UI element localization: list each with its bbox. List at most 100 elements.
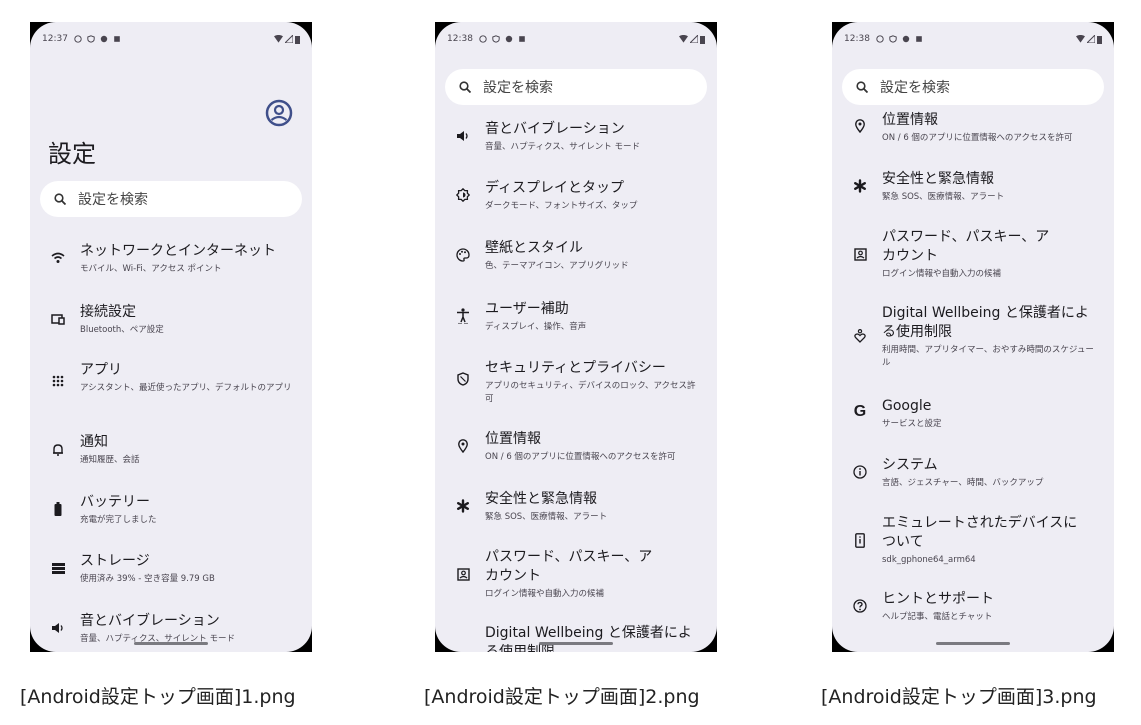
item-subtitle: アシスタント、最近使ったアプリ、デフォルトのアプリ <box>80 383 292 393</box>
settings-item-about-device[interactable]: エミュレートされたデバイスについて sdk_gphone64_arm64 <box>832 514 1114 570</box>
item-title: 壁紙とスタイル <box>485 240 583 256</box>
item-title: 安全性と緊急情報 <box>882 171 994 187</box>
wifi-icon <box>50 250 66 266</box>
sync-icon <box>100 35 108 43</box>
settings-item-passwords[interactable]: パスワード、パスキー、アカウント ログイン情報や自動入力の候補 <box>832 228 1114 282</box>
item-title: 通知 <box>80 434 108 450</box>
item-title: 安全性と緊急情報 <box>485 491 597 507</box>
settings-item-notifications[interactable]: 通知 通知履歴、会話 <box>30 433 312 473</box>
gesture-nav-bar[interactable] <box>539 642 613 645</box>
item-title: 音とバイブレーション <box>80 613 220 629</box>
item-title: アプリ <box>80 362 122 378</box>
info-icon <box>74 35 82 43</box>
item-title: Google <box>882 398 932 414</box>
item-title: ストレージ <box>80 553 150 569</box>
card-icon <box>519 36 525 42</box>
status-bar: 12:38 <box>435 22 717 56</box>
search-placeholder: 設定を検索 <box>483 80 553 96</box>
shield-icon <box>87 35 95 43</box>
item-subtitle: sdk_gphone64_arm64 <box>882 555 976 565</box>
item-title: 位置情報 <box>882 112 938 128</box>
item-subtitle: ON / 6 個のアプリに位置情報へのアクセスを許可 <box>485 452 676 462</box>
item-title: セキュリティとプライバシー <box>485 360 666 376</box>
settings-item-system[interactable]: システム 言語、ジェスチャー、時間、バックアップ <box>832 456 1114 496</box>
settings-item-tips-support[interactable]: ヒントとサポート ヘルプ記事、電話とチャット <box>832 590 1114 626</box>
settings-item-display[interactable]: ディスプレイとタップ ダークモード、フォントサイズ、タップ <box>435 179 717 219</box>
accessibility-icon <box>455 308 471 324</box>
apps-grid-icon <box>50 373 66 389</box>
settings-item-wallpaper[interactable]: 壁紙とスタイル 色、テーマアイコン、アプリグリッド <box>435 239 717 279</box>
item-title: 音とバイブレーション <box>485 121 625 137</box>
google-g-icon: G <box>853 403 867 420</box>
phone-info-icon <box>852 532 868 548</box>
settings-item-digital-wellbeing[interactable]: Digital Wellbeing と保護者による使用制限 利用時間、アプリタイマ… <box>832 304 1114 374</box>
status-bar: 12:37 <box>30 22 312 56</box>
item-title: ネットワークとインターネット <box>80 243 276 259</box>
settings-item-connected-devices[interactable]: 接続設定 Bluetooth、ペア設定 <box>30 303 312 343</box>
settings-item-location[interactable]: 位置情報 ON / 6 個のアプリに位置情報へのアクセスを許可 <box>832 111 1114 147</box>
asterisk-icon <box>852 178 868 194</box>
item-title: ヒントとサポート <box>882 591 994 607</box>
status-time: 12:38 <box>447 34 473 44</box>
item-subtitle: 充電が完了しました <box>80 515 157 525</box>
settings-item-digital-wellbeing[interactable]: Digital Wellbeing と保護者による使用制限 <box>435 624 717 652</box>
item-subtitle: ON / 6 個のアプリに位置情報へのアクセスを許可 <box>882 133 1073 143</box>
status-time: 12:37 <box>42 34 68 44</box>
search-input[interactable]: 設定を検索 <box>842 69 1104 105</box>
settings-item-apps[interactable]: アプリアシスタント、最近使ったアプリ、デフォルトのアプリ <box>30 361 312 411</box>
info-icon <box>479 35 487 43</box>
battery-icon <box>50 501 66 517</box>
sync-icon <box>505 35 513 43</box>
shield-icon <box>889 35 897 43</box>
settings-item-battery[interactable]: バッテリー充電が完了しました <box>30 493 312 533</box>
item-title: エミュレートされたデバイスについて <box>882 515 1078 550</box>
account-avatar-icon[interactable] <box>264 98 294 132</box>
item-title: パスワード、パスキー、アカウント <box>485 549 653 584</box>
location-pin-icon <box>852 118 868 134</box>
settings-item-google[interactable]: G Google サービスと設定 <box>832 397 1114 433</box>
item-subtitle: 通知履歴、会話 <box>80 455 140 465</box>
settings-item-location[interactable]: 位置情報 ON / 6 個のアプリに位置情報へのアクセスを許可 <box>435 430 717 470</box>
item-title: バッテリー <box>80 494 150 510</box>
item-title: 位置情報 <box>485 431 541 447</box>
settings-item-accessibility[interactable]: ユーザー補助ディスプレイ、操作、音声 <box>435 300 717 340</box>
settings-item-storage[interactable]: ストレージ使用済み 39% - 空き容量 9.79 GB <box>30 552 312 592</box>
wifi-icon <box>1076 35 1085 43</box>
help-icon <box>852 598 868 614</box>
item-subtitle: モバイル、Wi-Fi、アクセス ポイント <box>80 264 222 274</box>
item-subtitle: ログイン情報や自動入力の候補 <box>485 589 605 599</box>
settings-item-passwords[interactable]: パスワード、パスキー、アカウントログイン情報や自動入力の候補 <box>435 548 717 600</box>
gesture-nav-bar[interactable] <box>134 642 208 645</box>
settings-item-safety[interactable]: 安全性と緊急情報緊急 SOS、医療情報、アラート <box>435 490 717 530</box>
settings-item-sound[interactable]: 音とバイブレーション 音量、ハプティクス、サイレント モード <box>435 120 717 160</box>
screenshot-caption-3: [Android設定トップ画面]3.png <box>821 686 1097 708</box>
item-subtitle: 言語、ジェスチャー、時間、バックアップ <box>882 478 1044 488</box>
item-subtitle: ダークモード、フォントサイズ、タップ <box>485 201 638 211</box>
status-bar: 12:38 <box>832 22 1114 56</box>
gesture-nav-bar[interactable] <box>936 642 1010 645</box>
cell-signal-icon <box>690 35 698 43</box>
item-title: ユーザー補助 <box>485 301 569 317</box>
settings-item-security[interactable]: セキュリティとプライバシー アプリのセキュリティ、デバイスのロック、アクセス許可 <box>435 359 717 411</box>
card-icon <box>916 36 922 42</box>
search-input[interactable]: 設定を検索 <box>445 69 707 105</box>
search-placeholder: 設定を検索 <box>78 192 148 208</box>
card-icon <box>114 36 120 42</box>
shield-icon <box>492 35 500 43</box>
battery-icon <box>700 35 705 44</box>
volume-icon <box>50 620 66 636</box>
item-subtitle: Bluetooth、ペア設定 <box>80 325 164 335</box>
item-subtitle: ディスプレイ、操作、音声 <box>485 322 587 332</box>
settings-item-sound[interactable]: 音とバイブレーション 音量、ハプティクス、サイレント モード <box>30 612 312 652</box>
bell-icon <box>50 441 66 457</box>
item-subtitle: 利用時間、アプリタイマー、おやすみ時間のスケジュール <box>882 345 1094 368</box>
item-subtitle: サービスと設定 <box>882 419 942 429</box>
wellbeing-heart-icon <box>852 328 868 344</box>
item-subtitle: 使用済み 39% - 空き容量 9.79 GB <box>80 574 215 584</box>
settings-item-safety[interactable]: 安全性と緊急情報 緊急 SOS、医療情報、アラート <box>832 170 1114 210</box>
item-subtitle: 緊急 SOS、医療情報、アラート <box>485 512 608 522</box>
search-input[interactable]: 設定を検索 <box>40 181 302 217</box>
search-placeholder: 設定を検索 <box>880 80 950 96</box>
screenshot-caption-1: [Android設定トップ画面]1.png <box>20 686 296 708</box>
settings-item-network[interactable]: ネットワークとインターネットモバイル、Wi-Fi、アクセス ポイント <box>30 242 312 282</box>
